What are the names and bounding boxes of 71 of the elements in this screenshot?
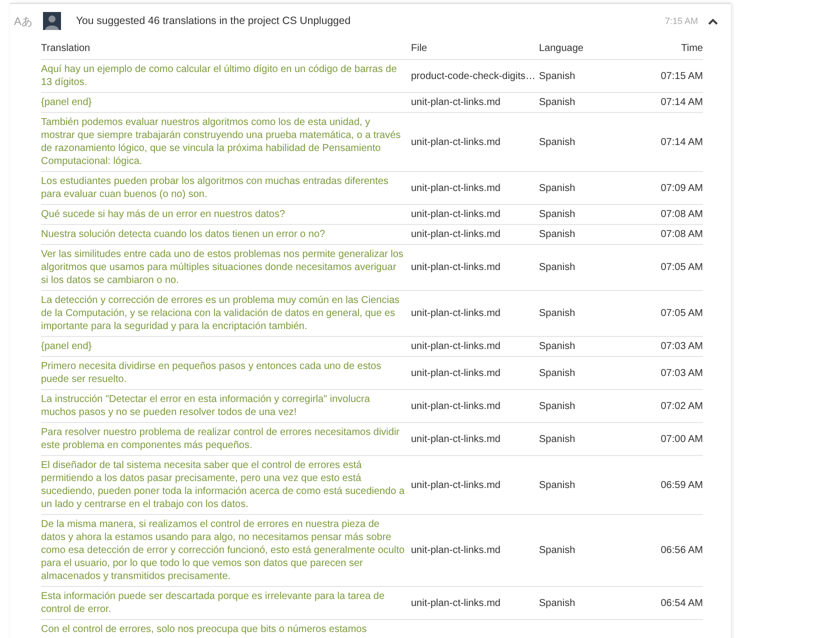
translation-icon: Aあ (14, 14, 43, 28)
translation-text[interactable]: Los estudiantes pueden probar los algoritmos con muchas entradas diferentes para evaluar cuan buenos (o no) son. (41, 175, 405, 201)
time-text: 07:15 AM (660, 70, 703, 82)
time-text: 07:03 AM (660, 341, 703, 352)
language-text: Spanish (539, 545, 576, 556)
translation-text[interactable]: {panel end} (41, 96, 405, 109)
translation-text[interactable]: La detección y corrección de errores es un problema muy común en las Ciencias de la Computación, y se relaciona con la validación de datos en general, que es importante para la seguridad y para la encriptación también. (41, 294, 405, 333)
activity-time: 7:15 AM (664, 16, 698, 26)
column-header: Translation (41, 38, 411, 60)
column-header: Language (539, 38, 619, 60)
time-text: 07:03 AM (660, 368, 703, 378)
file-name: unit-plan-ct-links.md (411, 434, 500, 444)
chevron-icon[interactable] (708, 18, 718, 24)
project-link[interactable]: CS Unplugged (282, 15, 351, 27)
translation-text[interactable]: Primero necesita dividirse en pequeños pasos y entonces cada uno de estos puede ser resuelto. (41, 360, 405, 386)
time-text: 07:05 AM (660, 308, 703, 319)
time-text: 07:08 AM (660, 229, 703, 240)
avatar-icon (43, 12, 61, 30)
translation-text[interactable]: Para resolver nuestro problema de realizar control de errores necesitamos dividir este problema en componentes más pequeños. (41, 426, 405, 452)
language-text: Spanish (539, 262, 576, 273)
file-name: unit-plan-ct-links.md (411, 598, 500, 608)
summary-text: You suggested 46 translations in the project CS Unplugged (76, 15, 352, 27)
translation-text[interactable]: Qué sucede si hay más de un error en nuestros datos? (41, 208, 405, 221)
language-text: Spanish (539, 400, 576, 412)
file-name: unit-plan-ct-links.md (411, 341, 500, 352)
file-name: product-code-check-digits… (411, 70, 536, 82)
file-name: unit-plan-ct-links.md (411, 545, 500, 556)
language-text: Spanish (539, 209, 576, 220)
translation-text[interactable]: Aquí hay un ejemplo de como calcular el último dígito en un código de barras de 13 dígitos. (41, 63, 405, 89)
column-header: File (411, 38, 539, 60)
file-name: unit-plan-ct-links.md (411, 209, 500, 220)
language-text: Spanish (539, 434, 576, 444)
translation-text[interactable]: También podemos evaluar nuestros algoritmos como los de esta unidad, y mostrar que siempre trabajarán construyendo una prueba matemática, o a través de razonamiento lógico, que se vincula la próxima habilidad de Pensamiento Computacional: lógica. (41, 116, 405, 168)
language-text: Spanish (539, 480, 576, 490)
language-text: Spanish (539, 308, 576, 319)
translation-text[interactable]: El diseñador de tal sistema necesita saber que el control de errores está permitiendo a los datos pasar precisamente, pero una vez que esto está sucediendo, pueden poner toda la información acerca de como está sucediendo a un lado y centrarse en el trabajo con los datos. (41, 459, 405, 511)
column-header: Time (619, 38, 703, 60)
language-text: Spanish (539, 97, 576, 108)
file-name: unit-plan-ct-links.md (411, 262, 500, 273)
file-name: unit-plan-ct-links.md (411, 97, 500, 108)
file-name: unit-plan-ct-links.md (411, 182, 500, 194)
translation-text[interactable]: {panel end} (41, 340, 405, 353)
language-text: Spanish (539, 368, 576, 378)
time-text: 06:59 AM (660, 480, 703, 490)
language-text: Spanish (539, 229, 576, 240)
translation-text[interactable]: Nuestra solución detecta cuando los datos tienen un error o no? (41, 228, 405, 241)
file-name: unit-plan-ct-links.md (411, 136, 500, 148)
translation-text[interactable]: Con el control de errores, solo nos preocupa que bits o números estamos (41, 623, 405, 636)
translation-text[interactable]: La instrucción "Detectar el error en esta información y corregirla" involucra muchos pasos y no se pueden resolver todos de una vez! (41, 393, 405, 419)
language-text: Spanish (539, 182, 576, 194)
time-text: 07:14 AM (660, 136, 703, 148)
language-text: Spanish (539, 598, 576, 608)
translation-text[interactable]: De la misma manera, si realizamos el control de errores en nuestra pieza de datos y ahora la estamos usando para algo, no necesitamos pensar más sobre como esa detección de error y corrección funcionó, esto está generalmente oculto para el usuario, por lo que todo lo que vemos son datos que parecen ser almacenados y transmitidos precisamente. (41, 518, 405, 583)
time-text: 07:02 AM (660, 400, 703, 412)
time-text: 07:05 AM (660, 262, 703, 273)
file-name: unit-plan-ct-links.md (411, 400, 500, 412)
file-name: unit-plan-ct-links.md (411, 229, 500, 240)
language-text: Spanish (539, 136, 576, 148)
time-text: 07:08 AM (660, 209, 703, 220)
file-name: unit-plan-ct-links.md (411, 368, 500, 378)
language-text: Spanish (539, 70, 576, 82)
translation-text[interactable]: Esta información puede ser descartada porque es irrelevante para la tarea de control de error. (41, 590, 405, 616)
time-text: 07:14 AM (660, 97, 703, 108)
time-text: 07:09 AM (660, 182, 703, 194)
file-name: unit-plan-ct-links.md (411, 480, 500, 490)
time-text: 07:00 AM (660, 434, 703, 444)
file-name: unit-plan-ct-links.md (411, 308, 500, 319)
language-text: Spanish (539, 341, 576, 352)
time-text: 06:54 AM (660, 598, 703, 608)
time-text: 06:56 AM (660, 545, 703, 556)
translation-text[interactable]: Ver las similitudes entre cada uno de estos problemas nos permite generalizar los algoritmos que usamos para múltiples situaciones donde necesitamos averiguar si los datos se cambiaron o no. (41, 248, 405, 287)
